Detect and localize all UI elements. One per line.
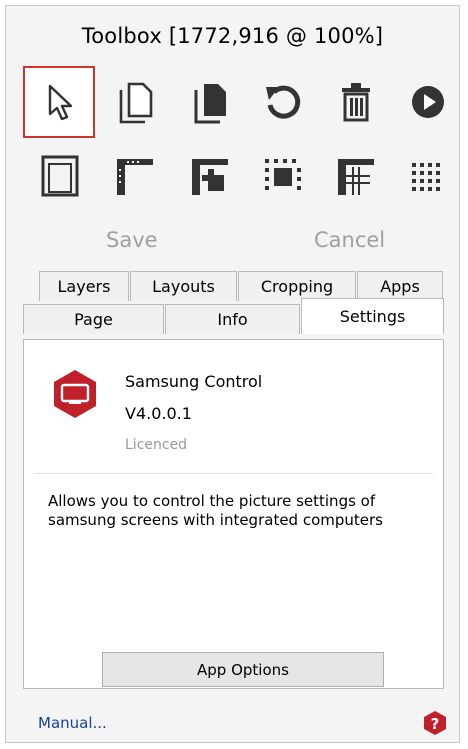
rotate-icon [266,85,301,119]
save-button[interactable]: Save [106,228,158,252]
page-frame-tool[interactable] [23,141,95,213]
layout-dots-icon [412,163,440,191]
toolbox-window: Toolbox [1772,916 @ 100%] Save Cancel La… [5,5,460,743]
delete-icon [342,83,370,122]
tab-layers[interactable]: Layers [39,271,129,301]
app-name: Samsung Control [125,372,263,391]
app-version: V4.0.0.1 [125,404,192,423]
svg-text:?: ? [431,715,440,733]
window-title: Toolbox [1772,916 @ 100%] [81,24,384,48]
tab-apps[interactable]: Apps [357,271,443,301]
layout-split-tool[interactable] [174,141,246,213]
new-page-icon [119,82,153,124]
copy-page-tool[interactable] [174,66,246,138]
layout-split-icon [192,159,228,195]
layout-corner-icon [117,159,153,195]
tab-cropping[interactable]: Cropping [238,271,356,301]
app-options-button[interactable]: App Options [102,652,384,687]
license-status: Licenced [125,437,188,453]
select-pointer-icon [48,84,73,121]
copy-page-icon [194,84,226,124]
page-frame-icon [41,155,79,197]
layout-dots-tool[interactable] [392,141,464,213]
layout-center-icon [265,159,301,190]
settings-panel: Samsung Control V4.0.0.1 Licenced Allows… [23,339,444,689]
manual-link[interactable]: Manual... [38,714,107,732]
play-tool[interactable] [392,66,464,138]
play-icon [412,86,444,118]
help-icon[interactable]: ? [422,710,448,736]
layout-grid-tool[interactable] [320,141,392,213]
tab-layouts[interactable]: Layouts [130,271,237,301]
rotate-tool[interactable] [247,66,319,138]
divider [34,473,433,474]
layout-center-tool[interactable] [247,141,319,213]
tab-page[interactable]: Page [23,304,164,334]
select-pointer-tool[interactable] [23,66,95,138]
tab-settings[interactable]: Settings [301,298,444,334]
layout-grid-icon [338,159,374,195]
cancel-button[interactable]: Cancel [314,228,385,252]
new-page-tool[interactable] [99,66,171,138]
layout-corner-tool[interactable] [99,141,171,213]
delete-tool[interactable] [320,66,392,138]
samsung-control-app-icon [54,370,96,418]
app-description: Allows you to control the picture settin… [48,492,383,529]
tab-info[interactable]: Info [165,304,300,334]
